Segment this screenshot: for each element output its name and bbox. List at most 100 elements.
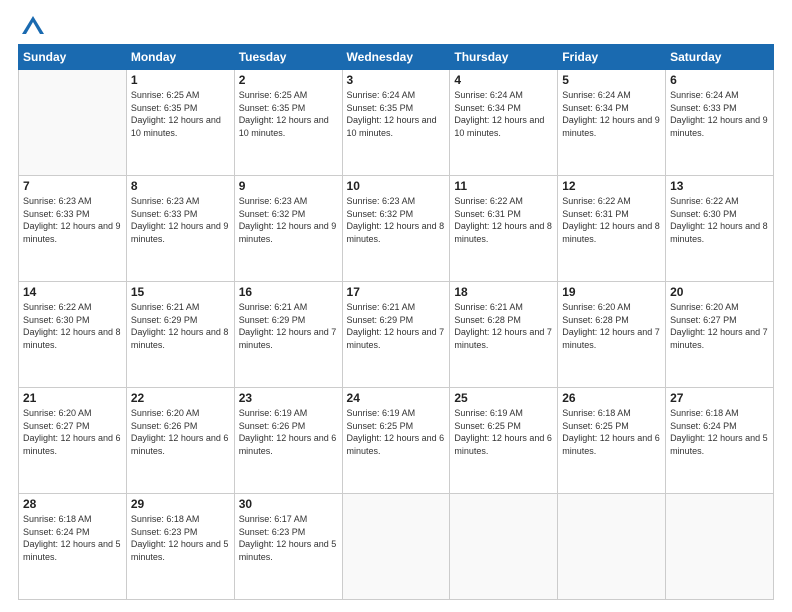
table-row: 14 Sunrise: 6:22 AM Sunset: 6:30 PM Dayli… [19,282,127,388]
cell-info: Sunrise: 6:22 AM Sunset: 6:30 PM Dayligh… [670,195,769,245]
col-friday: Friday [558,45,666,70]
day-number: 28 [23,497,122,511]
cell-info: Sunrise: 6:23 AM Sunset: 6:33 PM Dayligh… [131,195,230,245]
cell-info: Sunrise: 6:23 AM Sunset: 6:33 PM Dayligh… [23,195,122,245]
day-number: 10 [347,179,446,193]
table-row: 5 Sunrise: 6:24 AM Sunset: 6:34 PM Daylig… [558,70,666,176]
col-saturday: Saturday [666,45,774,70]
table-row: 24 Sunrise: 6:19 AM Sunset: 6:25 PM Dayli… [342,388,450,494]
col-wednesday: Wednesday [342,45,450,70]
day-number: 30 [239,497,338,511]
page: Sunday Monday Tuesday Wednesday Thursday… [0,0,792,612]
cell-info: Sunrise: 6:20 AM Sunset: 6:28 PM Dayligh… [562,301,661,351]
table-row: 25 Sunrise: 6:19 AM Sunset: 6:25 PM Dayli… [450,388,558,494]
col-thursday: Thursday [450,45,558,70]
table-row: 2 Sunrise: 6:25 AM Sunset: 6:35 PM Daylig… [234,70,342,176]
day-number: 24 [347,391,446,405]
cell-info: Sunrise: 6:24 AM Sunset: 6:34 PM Dayligh… [562,89,661,139]
table-row: 12 Sunrise: 6:22 AM Sunset: 6:31 PM Dayli… [558,176,666,282]
table-row: 6Sunrise: 6:24 AM Sunset: 6:33 PM Daylig… [666,70,774,176]
calendar-week-row: 7 Sunrise: 6:23 AM Sunset: 6:33 PM Daylig… [19,176,774,282]
cell-info: Sunrise: 6:18 AM Sunset: 6:24 PM Dayligh… [23,513,122,563]
logo [18,16,44,34]
day-number: 12 [562,179,661,193]
cell-info: Sunrise: 6:19 AM Sunset: 6:25 PM Dayligh… [454,407,553,457]
cell-info: Sunrise: 6:23 AM Sunset: 6:32 PM Dayligh… [347,195,446,245]
col-monday: Monday [126,45,234,70]
cell-info: Sunrise: 6:23 AM Sunset: 6:32 PM Dayligh… [239,195,338,245]
cell-info: Sunrise: 6:21 AM Sunset: 6:29 PM Dayligh… [131,301,230,351]
day-number: 29 [131,497,230,511]
cell-info: Sunrise: 6:21 AM Sunset: 6:28 PM Dayligh… [454,301,553,351]
table-row: 8 Sunrise: 6:23 AM Sunset: 6:33 PM Daylig… [126,176,234,282]
cell-info: Sunrise: 6:19 AM Sunset: 6:26 PM Dayligh… [239,407,338,457]
table-row: 3 Sunrise: 6:24 AM Sunset: 6:35 PM Daylig… [342,70,450,176]
day-number: 2 [239,73,338,87]
cell-info: Sunrise: 6:20 AM Sunset: 6:26 PM Dayligh… [131,407,230,457]
table-row: 20 Sunrise: 6:20 AM Sunset: 6:27 PM Dayli… [666,282,774,388]
cell-info: Sunrise: 6:18 AM Sunset: 6:25 PM Dayligh… [562,407,661,457]
calendar-header-row: Sunday Monday Tuesday Wednesday Thursday… [19,45,774,70]
table-row [342,494,450,600]
col-tuesday: Tuesday [234,45,342,70]
day-number: 8 [131,179,230,193]
cell-info: Sunrise: 6:19 AM Sunset: 6:25 PM Dayligh… [347,407,446,457]
day-number: 22 [131,391,230,405]
cell-info: Sunrise: 6:25 AM Sunset: 6:35 PM Dayligh… [239,89,338,139]
cell-info: Sunrise: 6:20 AM Sunset: 6:27 PM Dayligh… [670,301,769,351]
table-row [666,494,774,600]
cell-info: Sunrise: 6:21 AM Sunset: 6:29 PM Dayligh… [239,301,338,351]
day-number: 27 [670,391,769,405]
day-number: 9 [239,179,338,193]
day-number: 20 [670,285,769,299]
table-row: 4Sunrise: 6:24 AM Sunset: 6:34 PM Daylig… [450,70,558,176]
table-row: 28 Sunrise: 6:18 AM Sunset: 6:24 PM Dayli… [19,494,127,600]
day-number: 13 [670,179,769,193]
cell-info: Sunrise: 6:18 AM Sunset: 6:23 PM Dayligh… [131,513,230,563]
table-row: 13 Sunrise: 6:22 AM Sunset: 6:30 PM Dayli… [666,176,774,282]
table-row: 19Sunrise: 6:20 AM Sunset: 6:28 PM Dayli… [558,282,666,388]
calendar-week-row: 21 Sunrise: 6:20 AM Sunset: 6:27 PM Dayli… [19,388,774,494]
cell-info: Sunrise: 6:20 AM Sunset: 6:27 PM Dayligh… [23,407,122,457]
day-number: 7 [23,179,122,193]
cell-info: Sunrise: 6:22 AM Sunset: 6:31 PM Dayligh… [454,195,553,245]
table-row: 23 Sunrise: 6:19 AM Sunset: 6:26 PM Dayli… [234,388,342,494]
table-row: 1 Sunrise: 6:25 AM Sunset: 6:35 PM Daylig… [126,70,234,176]
calendar-table: Sunday Monday Tuesday Wednesday Thursday… [18,44,774,600]
table-row [450,494,558,600]
day-number: 14 [23,285,122,299]
table-row: 18 Sunrise: 6:21 AM Sunset: 6:28 PM Dayli… [450,282,558,388]
cell-info: Sunrise: 6:25 AM Sunset: 6:35 PM Dayligh… [131,89,230,139]
day-number: 23 [239,391,338,405]
col-sunday: Sunday [19,45,127,70]
cell-info: Sunrise: 6:22 AM Sunset: 6:31 PM Dayligh… [562,195,661,245]
cell-info: Sunrise: 6:24 AM Sunset: 6:35 PM Dayligh… [347,89,446,139]
table-row: 27Sunrise: 6:18 AM Sunset: 6:24 PM Dayli… [666,388,774,494]
table-row: 15Sunrise: 6:21 AM Sunset: 6:29 PM Dayli… [126,282,234,388]
day-number: 16 [239,285,338,299]
day-number: 3 [347,73,446,87]
day-number: 25 [454,391,553,405]
table-row [558,494,666,600]
table-row: 30Sunrise: 6:17 AM Sunset: 6:23 PM Dayli… [234,494,342,600]
day-number: 1 [131,73,230,87]
header [18,16,774,34]
cell-info: Sunrise: 6:21 AM Sunset: 6:29 PM Dayligh… [347,301,446,351]
day-number: 17 [347,285,446,299]
day-number: 4 [454,73,553,87]
day-number: 18 [454,285,553,299]
day-number: 21 [23,391,122,405]
cell-info: Sunrise: 6:24 AM Sunset: 6:33 PM Dayligh… [670,89,769,139]
table-row: 11Sunrise: 6:22 AM Sunset: 6:31 PM Dayli… [450,176,558,282]
calendar-week-row: 1 Sunrise: 6:25 AM Sunset: 6:35 PM Daylig… [19,70,774,176]
table-row [19,70,127,176]
day-number: 5 [562,73,661,87]
logo-icon [22,16,44,34]
table-row: 21 Sunrise: 6:20 AM Sunset: 6:27 PM Dayli… [19,388,127,494]
table-row: 16 Sunrise: 6:21 AM Sunset: 6:29 PM Dayli… [234,282,342,388]
table-row: 7 Sunrise: 6:23 AM Sunset: 6:33 PM Daylig… [19,176,127,282]
cell-info: Sunrise: 6:22 AM Sunset: 6:30 PM Dayligh… [23,301,122,351]
table-row: 9 Sunrise: 6:23 AM Sunset: 6:32 PM Daylig… [234,176,342,282]
calendar-week-row: 14 Sunrise: 6:22 AM Sunset: 6:30 PM Dayli… [19,282,774,388]
table-row: 17 Sunrise: 6:21 AM Sunset: 6:29 PM Dayli… [342,282,450,388]
